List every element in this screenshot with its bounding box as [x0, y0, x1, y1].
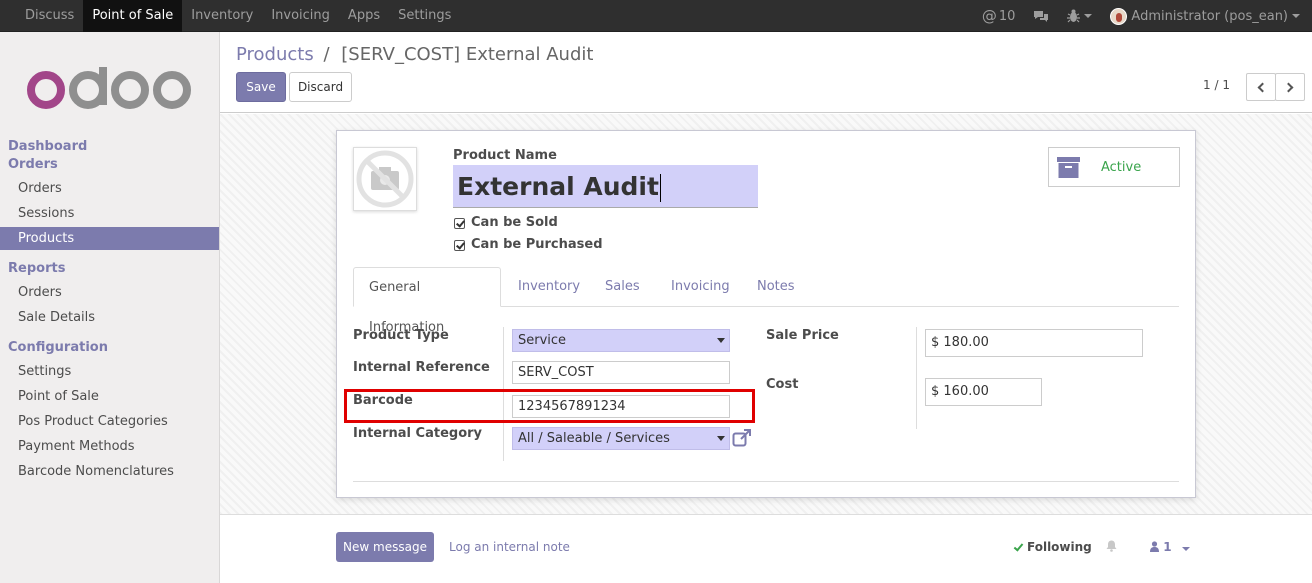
sidebar-item-settings[interactable]: Settings [0, 360, 219, 383]
sidebar-item-orders[interactable]: Orders [0, 177, 219, 200]
followers-count: 1 [1163, 540, 1172, 554]
chevron-down-icon [1292, 14, 1300, 18]
sidebar-item-barcode-nomenclatures[interactable]: Barcode Nomenclatures [0, 460, 219, 483]
product-image[interactable] [353, 147, 417, 211]
product-name-value: External Audit [457, 172, 659, 201]
followers-button[interactable]: 1 [1150, 540, 1190, 554]
mentions-button[interactable]: @ 10 [973, 0, 1025, 32]
internal-reference-label: Internal Reference [353, 360, 490, 375]
sidebar-item-pos-product-categories[interactable]: Pos Product Categories [0, 410, 219, 433]
can-be-purchased-label: Can be Purchased [471, 237, 603, 252]
odoo-logo [27, 67, 191, 109]
tab-general-information[interactable]: General Information [353, 267, 501, 335]
column-divider-right [916, 327, 917, 429]
product-name-input[interactable]: External Audit [453, 165, 758, 208]
external-link-icon[interactable] [732, 429, 752, 448]
can-be-sold-label: Can be Sold [471, 215, 558, 230]
following-label: Following [1027, 540, 1092, 554]
sheet-divider [353, 481, 1179, 482]
log-note-button[interactable]: Log an internal note [449, 540, 570, 554]
sidebar-heading-reports: Reports [8, 261, 66, 276]
text-cursor [659, 174, 661, 202]
sale-price-value: $ 180.00 [931, 335, 989, 350]
menu-point-of-sale[interactable]: Point of Sale [83, 0, 183, 32]
bug-icon [1067, 9, 1081, 23]
can-be-purchased-checkbox[interactable] [454, 240, 465, 251]
active-label: Active [1101, 160, 1142, 175]
chevron-left-icon [1257, 82, 1268, 92]
sidebar-heading-dashboard[interactable]: Dashboard [8, 139, 87, 154]
user-menu[interactable]: Administrator (pos_ean) [1101, 0, 1312, 32]
sidebar-item-products[interactable]: Products [0, 227, 219, 250]
product-type-value: Service [518, 333, 567, 348]
following-button[interactable]: Following [1013, 540, 1117, 554]
discard-button[interactable]: Discard [289, 72, 352, 102]
cost-value: $ 160.00 [931, 384, 989, 399]
menu-inventory[interactable]: Inventory [182, 0, 262, 32]
tab-inventory[interactable]: Inventory [503, 267, 595, 307]
sidebar-heading-configuration: Configuration [8, 340, 108, 355]
debug-button[interactable] [1058, 0, 1101, 32]
cost-label: Cost [766, 377, 799, 392]
chevron-right-icon [1283, 82, 1294, 92]
internal-reference-value: SERV_COST [518, 365, 594, 380]
pager-value: 1 / 1 [1203, 78, 1230, 92]
can-be-sold-checkbox[interactable] [454, 218, 465, 229]
internal-reference-input[interactable]: SERV_COST [512, 361, 730, 384]
barcode-highlight-box [344, 389, 755, 423]
product-type-select[interactable]: Service [512, 329, 730, 352]
menu-apps[interactable]: Apps [339, 0, 389, 32]
app-menu: Discuss Point of Sale Inventory Invoicin… [0, 0, 460, 32]
internal-category-value: All / Saleable / Services [518, 431, 670, 446]
messaging-button[interactable] [1024, 0, 1058, 32]
tab-invoicing[interactable]: Invoicing [656, 267, 745, 307]
systray: @ 10 Administrator (pos_ean) [973, 0, 1312, 32]
chat-bubbles-icon [1034, 10, 1049, 22]
product-type-label: Product Type [353, 328, 449, 343]
sidebar-item-point-of-sale[interactable]: Point of Sale [0, 385, 219, 408]
internal-category-label: Internal Category [353, 426, 483, 441]
chevron-down-icon [717, 436, 725, 441]
breadcrumb-products[interactable]: Products [236, 44, 314, 65]
archive-icon [1057, 157, 1080, 178]
sidebar-item-payment-methods[interactable]: Payment Methods [0, 435, 219, 458]
active-toggle-button[interactable]: Active [1048, 147, 1180, 187]
chevron-down-icon [1084, 14, 1093, 18]
pager-next-button[interactable] [1275, 73, 1305, 101]
chevron-down-icon [717, 338, 725, 343]
menu-settings[interactable]: Settings [389, 0, 460, 32]
menu-discuss[interactable]: Discuss [0, 0, 83, 32]
cost-input[interactable]: $ 160.00 [925, 378, 1042, 406]
sidebar-item-report-orders[interactable]: Orders [0, 281, 219, 304]
internal-category-select[interactable]: All / Saleable / Services [512, 427, 730, 450]
tab-notes[interactable]: Notes [742, 267, 810, 307]
user-icon [1150, 541, 1159, 552]
control-panel: Products / [SERV_COST] External Audit Sa… [220, 32, 1312, 113]
breadcrumb-current: [SERV_COST] External Audit [341, 44, 594, 65]
mentions-count: 10 [998, 8, 1016, 24]
menu-invoicing[interactable]: Invoicing [262, 0, 339, 32]
check-icon [1013, 541, 1024, 552]
sale-price-input[interactable]: $ 180.00 [925, 329, 1143, 357]
save-button[interactable]: Save [236, 72, 286, 102]
product-name-label: Product Name [453, 148, 557, 163]
breadcrumb: Products / [SERV_COST] External Audit [236, 44, 593, 65]
at-icon: @ [981, 7, 997, 25]
no-camera-icon [356, 150, 414, 208]
tab-sales[interactable]: Sales [590, 267, 655, 307]
avatar [1110, 7, 1128, 25]
chevron-down-icon [1181, 547, 1190, 551]
new-message-button[interactable]: New message [336, 532, 434, 562]
bell-icon[interactable] [1106, 540, 1117, 552]
pager-previous-button[interactable] [1246, 73, 1276, 101]
user-name: Administrator (pos_ean) [1131, 8, 1288, 24]
sidebar-item-sale-details[interactable]: Sale Details [0, 306, 219, 329]
sidebar-item-sessions[interactable]: Sessions [0, 202, 219, 225]
sidebar-heading-orders: Orders [8, 157, 58, 172]
sale-price-label: Sale Price [766, 328, 839, 343]
top-navbar: Discuss Point of Sale Inventory Invoicin… [0, 0, 1312, 32]
breadcrumb-separator: / [323, 44, 330, 65]
